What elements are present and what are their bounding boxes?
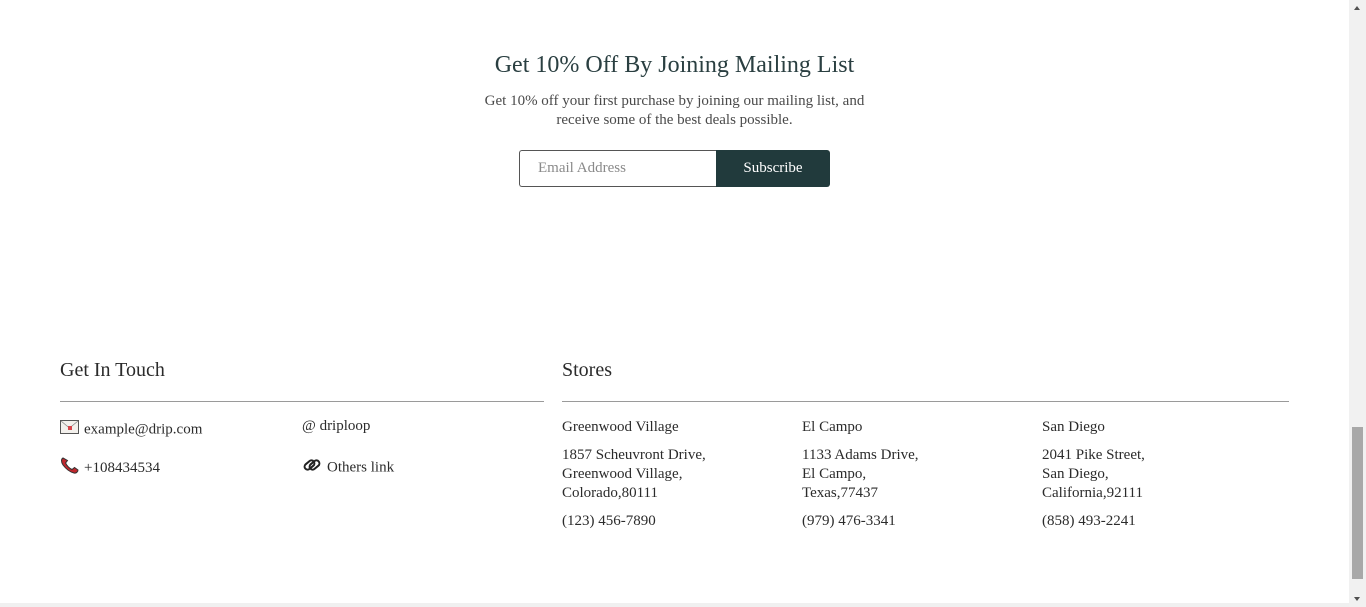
store-phone: (979) 476-3341 (802, 513, 896, 529)
address-line: 1857 Scheuvront Drive, (562, 447, 706, 463)
contact-handle: @ driploop (302, 418, 371, 434)
envelope-icon (60, 420, 79, 440)
store-el-campo: El Campo 1133 Adams Drive, El Campo, Tex… (802, 418, 1032, 531)
store-address: 2041 Pike Street, San Diego, California,… (1042, 446, 1272, 503)
newsletter-description: Get 10% off your first purchase by joini… (484, 93, 865, 128)
store-address: 1133 Adams Drive, El Campo, Texas,77437 (802, 446, 1032, 503)
address-line: Colorado,80111 (562, 485, 658, 501)
others-link[interactable]: Others link (302, 456, 394, 480)
store-name: Greenwood Village (562, 419, 679, 435)
contact-email-link[interactable]: example@drip.com (60, 420, 202, 440)
arrow-up-icon (1354, 6, 1360, 10)
page: Get 10% Off By Joining Mailing List Get … (0, 0, 1349, 603)
store-san-diego: San Diego 2041 Pike Street, San Diego, C… (1042, 418, 1272, 531)
address-line: El Campo, (802, 466, 867, 482)
store-phone: (123) 456-7890 (562, 513, 656, 529)
address-line: Texas,77437 (802, 485, 879, 501)
page-bottom-edge (0, 603, 1349, 607)
get-in-touch-title: Get In Touch (60, 359, 165, 381)
address-line: California,92111 (1042, 485, 1143, 501)
email-input[interactable] (519, 150, 716, 187)
store-name: El Campo (802, 419, 863, 435)
vertical-scrollbar[interactable] (1349, 0, 1366, 607)
contact-phone-link[interactable]: +108434534 (60, 457, 160, 480)
scroll-up-button[interactable] (1349, 0, 1366, 17)
arrow-down-icon (1354, 597, 1360, 601)
stores-title: Stores (562, 359, 612, 381)
contact-handle-link[interactable]: @ driploop (302, 417, 370, 436)
scrollbar-thumb[interactable] (1352, 427, 1363, 579)
address-line: Greenwood Village, (562, 466, 683, 482)
stores-divider (562, 401, 1289, 402)
scroll-down-button[interactable] (1349, 590, 1366, 607)
newsletter-section: Get 10% Off By Joining Mailing List Get … (0, 50, 1349, 187)
link-icon (302, 456, 322, 480)
store-phone: (858) 493-2241 (1042, 513, 1136, 529)
store-greenwood-village: Greenwood Village 1857 Scheuvront Drive,… (562, 418, 792, 531)
address-line: San Diego, (1042, 466, 1109, 482)
phone-icon (60, 457, 79, 480)
newsletter-title: Get 10% Off By Joining Mailing List (494, 52, 855, 78)
contact-phone: +108434534 (84, 459, 160, 476)
get-in-touch-divider (60, 401, 544, 402)
store-address: 1857 Scheuvront Drive, Greenwood Village… (562, 446, 792, 503)
subscribe-button[interactable]: Subscribe (716, 150, 830, 187)
others-link-label: Others link (327, 459, 395, 476)
store-name: San Diego (1042, 419, 1105, 435)
address-line: 1133 Adams Drive, (802, 447, 919, 463)
address-line: 2041 Pike Street, (1042, 447, 1145, 463)
contact-email: example@drip.com (84, 421, 203, 438)
newsletter-form: Subscribe (519, 150, 830, 187)
